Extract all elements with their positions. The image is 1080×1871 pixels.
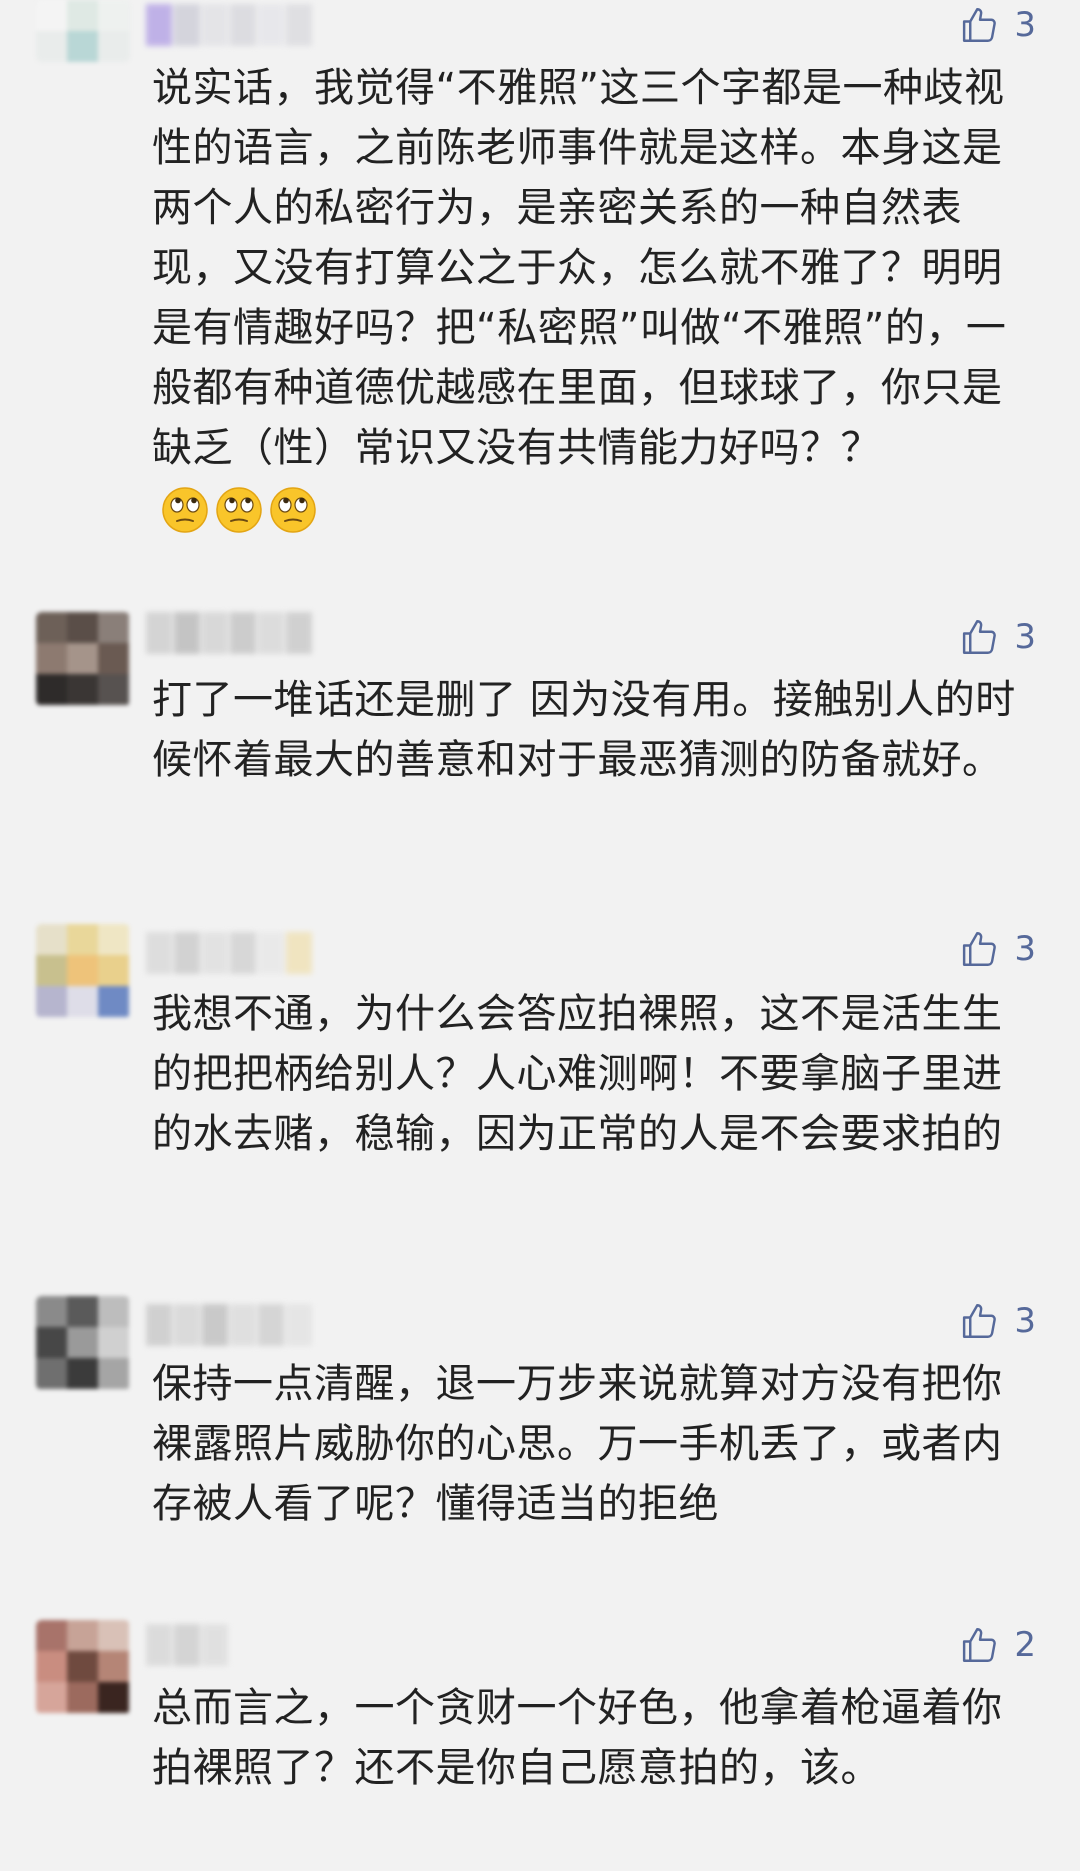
thumbs-up-icon bbox=[963, 1304, 997, 1338]
rolling-eyes-emoji-icon bbox=[216, 487, 262, 533]
username-blurred[interactable] bbox=[146, 1304, 314, 1346]
avatar[interactable] bbox=[36, 0, 130, 62]
username-blurred[interactable] bbox=[146, 932, 314, 974]
like-button[interactable]: 3 bbox=[958, 1298, 1036, 1344]
comment-text: 我想不通，为什么会答应拍裸照，这不是活生生的把把柄给别人？人心难测啊！不要拿脑子… bbox=[152, 991, 1003, 1157]
avatar[interactable] bbox=[36, 924, 130, 1018]
like-button[interactable]: 3 bbox=[958, 614, 1036, 660]
like-button[interactable]: 3 bbox=[958, 2, 1036, 48]
comment-text: 保持一点清醒，退一万步来说就算对方没有把你裸露照片威胁你的心思。万一手机丢了，或… bbox=[152, 1361, 1003, 1527]
rolling-eyes-emoji-icon bbox=[270, 487, 316, 533]
rolling-eyes-emoji-icon bbox=[162, 487, 208, 533]
comment-item: 3 说实话，我觉得“不雅照”这三个字都是一种歧视性的语言，之前陈老师事件就是这样… bbox=[0, 0, 1080, 533]
emoji-group bbox=[160, 485, 318, 535]
avatar[interactable] bbox=[36, 1620, 130, 1714]
like-count: 3 bbox=[1014, 1301, 1036, 1341]
comment-item: 3 打了一堆话还是删了 因为没有用。接触别人的时候怀着最大的善意和对于最恶猜测的… bbox=[0, 612, 1080, 862]
like-count: 3 bbox=[1014, 929, 1036, 969]
like-count: 2 bbox=[1014, 1625, 1036, 1665]
comment-text: 打了一堆话还是删了 因为没有用。接触别人的时候怀着最大的善意和对于最恶猜测的防备… bbox=[152, 677, 1016, 783]
like-count: 3 bbox=[1014, 5, 1036, 45]
thumbs-up-icon bbox=[963, 620, 997, 654]
comment-text: 总而言之，一个贪财一个好色，他拿着枪逼着你拍裸照了？还不是你自己愿意拍的，该。 bbox=[152, 1685, 1003, 1791]
comment-item: 2 总而言之，一个贪财一个好色，他拿着枪逼着你拍裸照了？还不是你自己愿意拍的，该… bbox=[0, 1620, 1080, 1860]
username-blurred[interactable] bbox=[146, 612, 314, 654]
thumbs-up-icon bbox=[963, 1628, 997, 1662]
thumbs-up-icon bbox=[963, 8, 997, 42]
comment-item: 3 我想不通，为什么会答应拍裸照，这不是活生生的把把柄给别人？人心难测啊！不要拿… bbox=[0, 924, 1080, 1224]
comment-text: 说实话，我觉得“不雅照”这三个字都是一种歧视性的语言，之前陈老师事件就是这样。本… bbox=[152, 58, 1042, 538]
username-blurred[interactable] bbox=[146, 1624, 230, 1666]
thumbs-up-icon bbox=[963, 932, 997, 966]
comment-body: 说实话，我觉得“不雅照”这三个字都是一种歧视性的语言，之前陈老师事件就是这样。本… bbox=[152, 65, 1007, 471]
avatar[interactable] bbox=[36, 612, 130, 706]
like-count: 3 bbox=[1014, 617, 1036, 657]
username-blurred[interactable] bbox=[146, 4, 314, 46]
comment-item: 3 保持一点清醒，退一万步来说就算对方没有把你裸露照片威胁你的心思。万一手机丢了… bbox=[0, 1296, 1080, 1546]
like-button[interactable]: 2 bbox=[958, 1622, 1036, 1668]
like-button[interactable]: 3 bbox=[958, 926, 1036, 972]
avatar[interactable] bbox=[36, 1296, 130, 1390]
